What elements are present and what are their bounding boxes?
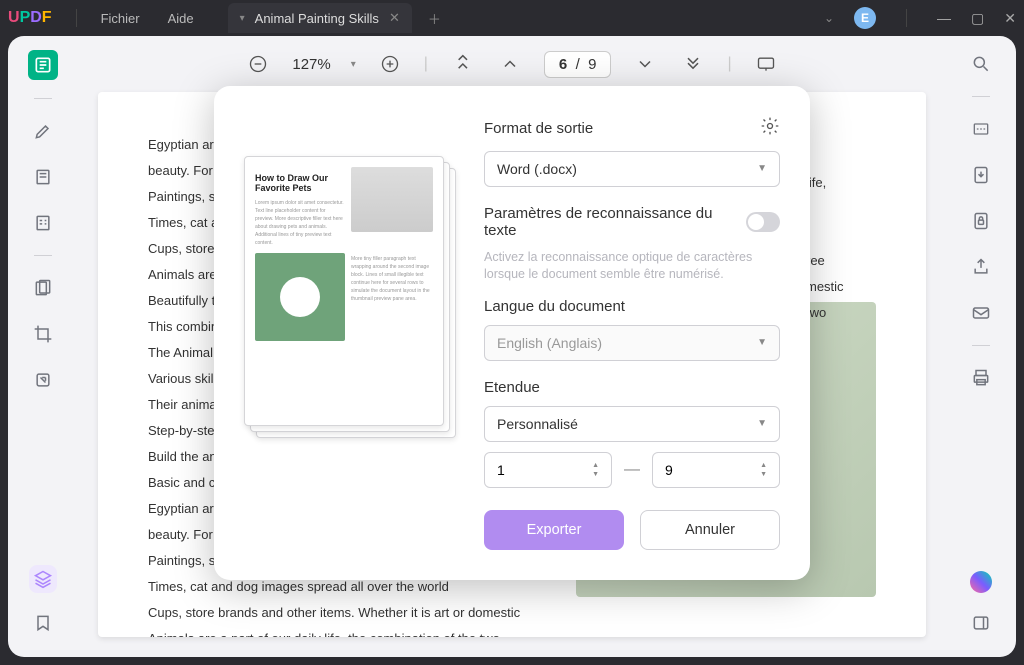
format-select[interactable]: Word (.docx)▼: [484, 151, 780, 187]
range-select[interactable]: Personnalisé▼: [484, 406, 780, 442]
ocr-label: Paramètres de reconnaissance du texte: [484, 205, 746, 239]
language-label: Langue du document: [484, 298, 780, 315]
export-dialog: How to Draw Our Favorite Pets Lorem ipsu…: [214, 86, 810, 580]
range-from-input[interactable]: 1 ▲▼: [484, 452, 612, 488]
range-to-input[interactable]: 9 ▲▼: [652, 452, 780, 488]
language-select[interactable]: English (Anglais)▼: [484, 325, 780, 361]
range-label: Etendue: [484, 379, 780, 396]
ocr-help-text: Activez la reconnaissance optique de car…: [484, 249, 780, 284]
cancel-button[interactable]: Annuler: [640, 510, 780, 550]
settings-icon[interactable]: [760, 116, 780, 141]
export-button[interactable]: Exporter: [484, 510, 624, 550]
format-label: Format de sortie: [484, 120, 593, 137]
page-preview: How to Draw Our Favorite Pets Lorem ipsu…: [244, 156, 454, 446]
ocr-toggle[interactable]: [746, 212, 780, 232]
